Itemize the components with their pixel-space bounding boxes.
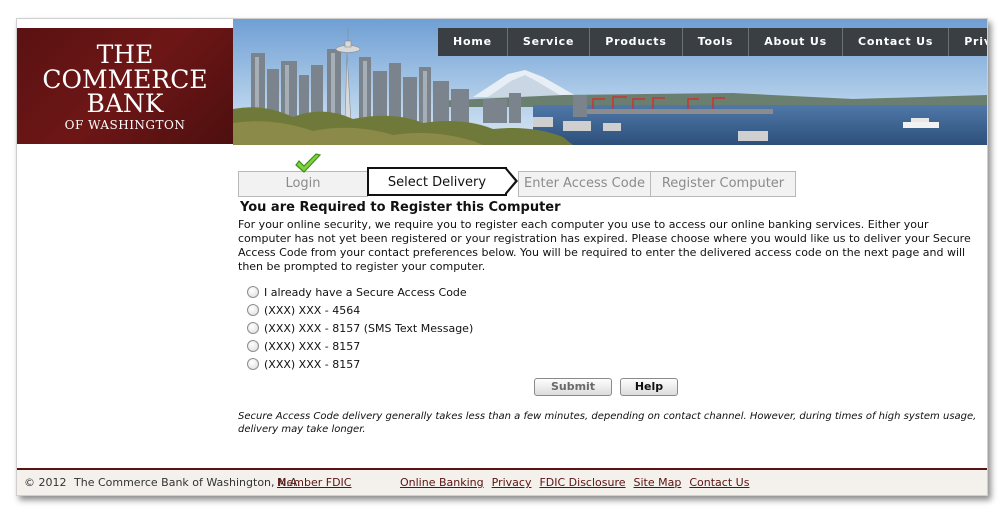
nav-service[interactable]: Service xyxy=(506,28,590,56)
footer-bank-name: The Commerce Bank of Washington, N.A. xyxy=(74,476,301,489)
nav-about-us[interactable]: About Us xyxy=(748,28,842,56)
delivery-note: Secure Access Code delivery generally ta… xyxy=(238,411,977,435)
copyright: © 2012 xyxy=(24,476,67,489)
footer-link-privacy[interactable]: Privacy xyxy=(492,476,532,489)
option-label: (XXX) XXX - 4564 xyxy=(264,303,361,317)
member-fdic-link[interactable]: Member FDIC xyxy=(277,476,351,489)
nav-privacy[interactable]: Privacy xyxy=(948,28,987,56)
option-label: I already have a Secure Access Code xyxy=(264,285,467,299)
top-navigation: Home Service Products Tools About Us Con… xyxy=(438,28,987,56)
footer-link-site-map[interactable]: Site Map xyxy=(634,476,682,489)
radio-button[interactable] xyxy=(247,304,259,316)
step-select-delivery-label: Select Delivery xyxy=(387,175,487,190)
checkmark-icon xyxy=(295,153,322,173)
nav-products[interactable]: Products xyxy=(589,28,682,56)
page-title: You are Required to Register this Comput… xyxy=(240,200,561,215)
bank-logo[interactable]: THE COMMERCE BANK OF WASHINGTON xyxy=(17,28,233,144)
option-already-have-code[interactable]: I already have a Secure Access Code xyxy=(247,283,473,301)
footer-link-online-banking[interactable]: Online Banking xyxy=(400,476,484,489)
option-label: (XXX) XXX - 8157 (SMS Text Message) xyxy=(264,321,474,335)
footer-links: Online Banking Privacy FDIC Disclosure S… xyxy=(400,476,757,489)
logo-line-4: OF WASHINGTON xyxy=(64,118,186,132)
intro-text: For your online security, we require you… xyxy=(238,218,971,273)
footer-link-contact-us[interactable]: Contact Us xyxy=(689,476,749,489)
step-register-computer: Register Computer xyxy=(650,171,796,197)
option-sms-8157[interactable]: (XXX) XXX - 8157 (SMS Text Message) xyxy=(247,319,473,337)
nav-contact-us[interactable]: Contact Us xyxy=(841,28,949,56)
step-arrow-inner xyxy=(505,169,515,193)
nav-tools[interactable]: Tools xyxy=(681,28,749,56)
option-label: (XXX) XXX - 8157 xyxy=(264,339,361,353)
option-phone-4564[interactable]: (XXX) XXX - 4564 xyxy=(247,301,473,319)
option-phone-8157-a[interactable]: (XXX) XXX - 8157 xyxy=(247,337,473,355)
footer: © 2012 The Commerce Bank of Washington, … xyxy=(17,470,987,495)
option-phone-8157-b[interactable]: (XXX) XXX - 8157 xyxy=(247,355,473,373)
step-select-delivery: Select Delivery xyxy=(367,167,518,196)
radio-button[interactable] xyxy=(247,358,259,370)
option-label: (XXX) XXX - 8157 xyxy=(264,357,361,371)
delivery-options: I already have a Secure Access Code (XXX… xyxy=(247,283,473,373)
registration-steps: Login Select Delivery Enter Access Code … xyxy=(238,153,798,197)
radio-button[interactable] xyxy=(247,340,259,352)
step-enter-access-code: Enter Access Code xyxy=(518,171,651,197)
help-button[interactable]: Help xyxy=(620,378,678,396)
submit-button[interactable]: Submit xyxy=(534,378,612,396)
logo-line-1: THE xyxy=(96,40,154,69)
logo-line-3: BANK xyxy=(86,89,164,118)
header: THE COMMERCE BANK OF WASHINGTON Home Ser… xyxy=(17,19,987,145)
nav-home[interactable]: Home xyxy=(438,28,507,56)
radio-button[interactable] xyxy=(247,322,259,334)
page-frame: THE COMMERCE BANK OF WASHINGTON Home Ser… xyxy=(16,18,988,496)
footer-link-fdic-disclosure[interactable]: FDIC Disclosure xyxy=(539,476,625,489)
radio-button[interactable] xyxy=(247,286,259,298)
